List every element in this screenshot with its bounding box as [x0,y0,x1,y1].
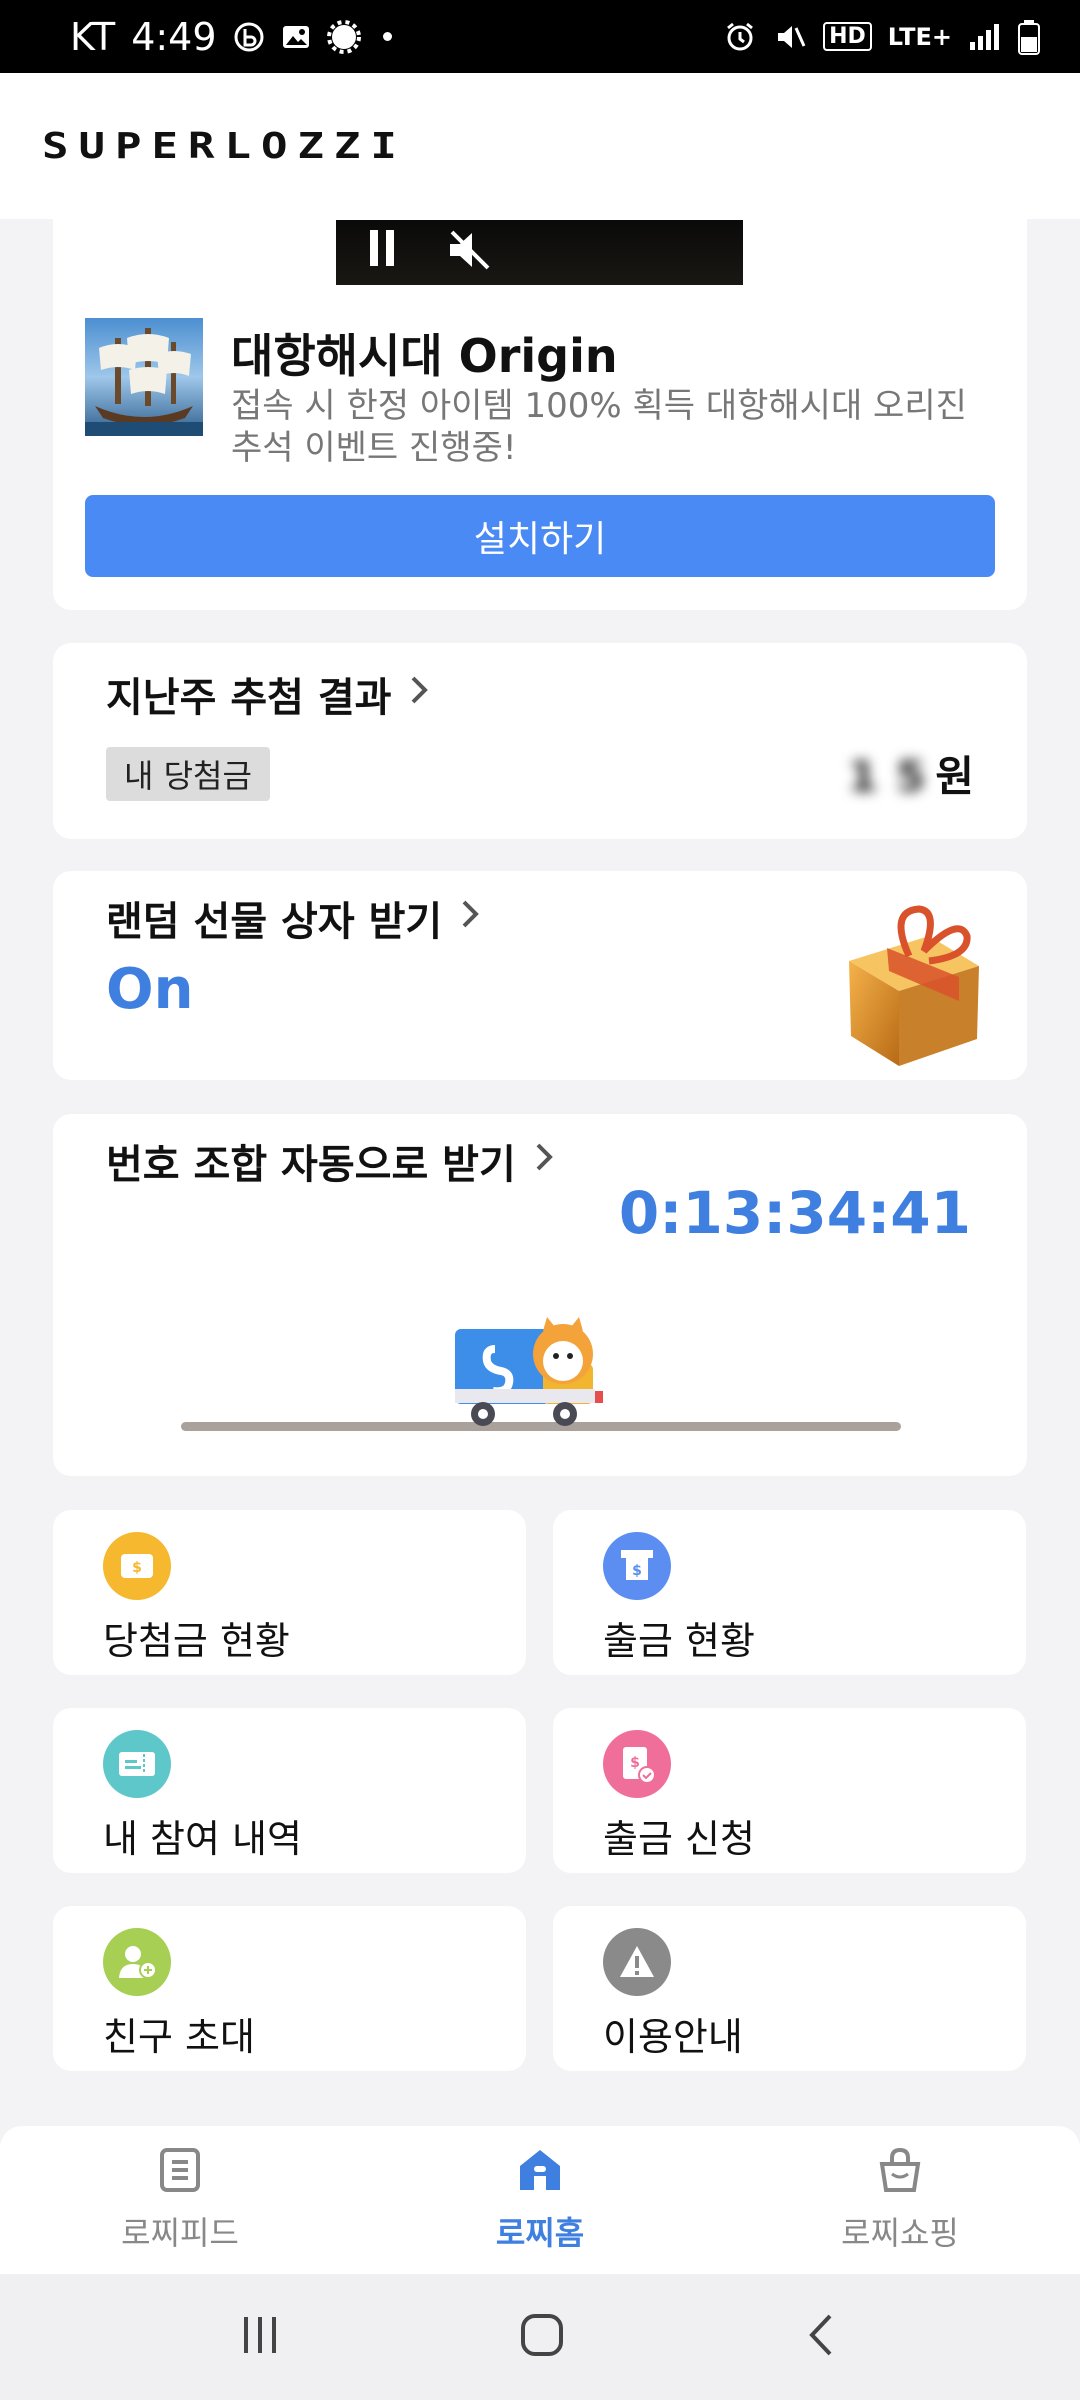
signal-icon [968,22,1002,52]
menu-label: 당첨금 현황 [103,1619,290,1663]
warning-icon [603,1928,671,1996]
menu-label: 친구 초대 [103,2015,255,2059]
menu-label: 출금 현황 [603,1619,755,1663]
home-icon [516,2146,564,2198]
gift-box-icon [829,891,989,1071]
menu-label: 출금 신청 [603,1817,755,1861]
random-gift-status: On [106,957,194,1022]
svg-text:$: $ [632,1563,642,1579]
wallet-icon: $ [103,1532,171,1600]
svg-text:$: $ [630,1755,640,1771]
menu-withdraw-request[interactable]: $ 출금 신청 [553,1708,1026,1873]
pause-icon[interactable] [366,228,398,277]
random-gift-card[interactable]: 랜덤 선물 상자 받기 On [53,871,1027,1080]
status-bar: KT 4:49 HD LTE+ [0,0,1080,73]
nav-item-home[interactable]: 로찌홈 [390,2146,690,2254]
random-gift-title: 랜덤 선물 상자 받기 [106,899,443,945]
chevron-right-icon [409,674,429,715]
add-friend-icon [103,1928,171,1996]
atm-icon: $ [603,1532,671,1600]
auto-numbers-title: 번호 조합 자동으로 받기 [106,1142,516,1188]
prize-amount-hidden: 1 5 [848,752,928,801]
menu-label: 이용안내 [603,2015,743,2059]
nav-label: 로찌피드 [121,2214,239,2252]
chevron-right-icon [534,1141,554,1182]
feed-icon [156,2146,204,2198]
battery-icon [1018,19,1040,55]
last-week-result-card[interactable]: 지난주 추첨 결과 내 당첨금 1 5 원 [53,643,1027,839]
carrier-label: KT [70,14,116,59]
chevron-right-icon [460,898,480,939]
sound-off-icon[interactable] [446,228,494,281]
recent-apps-icon[interactable] [238,2313,282,2361]
app-header: SUPERLOZZI [0,73,1080,219]
back-icon[interactable] [802,2312,842,2362]
ticket-icon [103,1730,171,1798]
auto-numbers-card[interactable]: 번호 조합 자동으로 받기 0:13:34:41 [53,1114,1027,1476]
app-b-icon [233,21,265,53]
menu-invite-friend[interactable]: 친구 초대 [53,1906,526,2071]
superlozzi-logo: SUPERLOZZI [42,125,407,167]
notification-dot [382,32,392,41]
currency-label: 원 [935,752,974,801]
gallery-icon [281,22,311,52]
menu-participation-history[interactable]: 내 참여 내역 [53,1708,526,1873]
hd-voice-icon: HD [823,22,872,51]
menu-prize-status[interactable]: $ 당첨금 현황 [53,1510,526,1675]
system-navigation-bar [0,2274,1080,2400]
delivery-truck-illustration [455,1309,605,1439]
shopping-bag-icon [876,2146,924,2198]
last-week-result-title-row[interactable]: 지난주 추첨 결과 [106,665,429,723]
ad-game-thumbnail[interactable] [85,318,203,436]
nav-item-shopping[interactable]: 로찌쇼핑 [750,2146,1050,2254]
nav-label: 로찌쇼핑 [841,2214,959,2252]
menu-label: 내 참여 내역 [103,1817,302,1861]
last-week-result-title: 지난주 추첨 결과 [106,675,392,721]
random-gift-title-row[interactable]: 랜덤 선물 상자 받기 [106,889,480,947]
home-button-icon[interactable] [519,2312,565,2362]
countdown-timer: 0:13:34:41 [618,1179,971,1247]
alarm-icon [723,20,757,54]
settings-gear-icon [326,19,361,54]
network-type-label: LTE+ [887,22,952,51]
bottom-navigation: 로찌피드 로찌홈 로찌쇼핑 [0,2126,1080,2274]
ad-card[interactable]: 대항해시대 Origin 접속 시 한정 아이템 100% 획득 대항해시대 오… [53,200,1027,610]
menu-user-guide[interactable]: 이용안내 [553,1906,1026,2071]
mute-icon [773,20,807,54]
install-button[interactable]: 설치하기 [85,495,995,577]
prize-amount: 1 5 원 [848,743,974,804]
my-prize-badge: 내 당첨금 [106,747,270,801]
nav-item-feed[interactable]: 로찌피드 [30,2146,330,2254]
ad-video-player[interactable] [336,220,743,285]
nav-label: 로찌홈 [495,2214,585,2252]
svg-text:$: $ [132,1560,142,1576]
withdraw-request-icon: $ [603,1730,671,1798]
ad-description: 접속 시 한정 아이템 100% 획득 대항해시대 오리진 추석 이벤트 진행중… [231,386,967,468]
menu-withdraw-status[interactable]: $ 출금 현황 [553,1510,1026,1675]
status-time: 4:49 [131,14,217,59]
auto-numbers-title-row[interactable]: 번호 조합 자동으로 받기 [106,1132,554,1190]
ad-title[interactable]: 대항해시대 Origin [231,320,618,386]
